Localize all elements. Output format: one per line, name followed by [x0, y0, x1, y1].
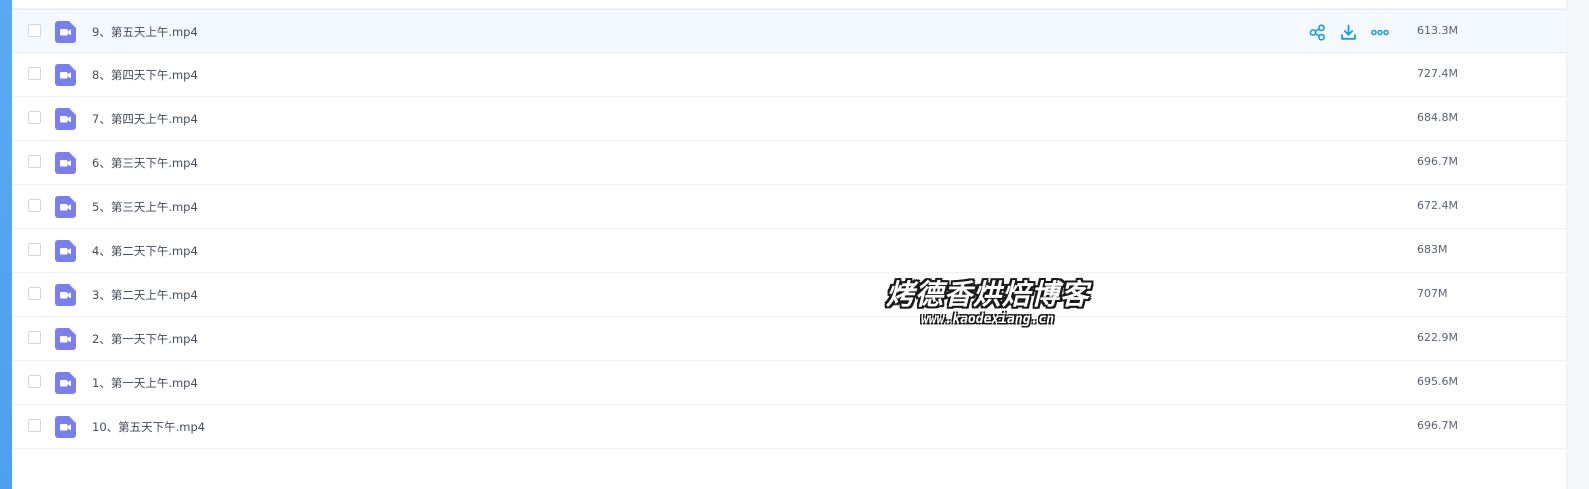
table-row[interactable]: 10、第五天下午.mp4 696.7M [12, 405, 1567, 449]
table-row[interactable]: 4、第二天下午.mp4 683M [12, 229, 1567, 273]
file-size: 684.8M [1417, 111, 1458, 124]
table-row[interactable]: 8、第四天下午.mp4 727.4M [12, 53, 1567, 97]
row-actions [1308, 22, 1389, 42]
row-checkbox[interactable] [28, 375, 41, 388]
table-row[interactable]: 5、第三天上午.mp4 672.4M [12, 185, 1567, 229]
video-file-icon [55, 21, 76, 43]
table-row[interactable]: 9、第五天上午.mp4 613.3M [12, 9, 1567, 53]
file-size: 695.6M [1417, 375, 1458, 388]
file-size: 727.4M [1417, 67, 1458, 80]
file-size: 622.9M [1417, 331, 1458, 344]
share-icon[interactable] [1308, 23, 1327, 42]
watermark-title: 烤德香烘焙博客 [885, 278, 1089, 311]
table-row[interactable]: 7、第四天上午.mp4 684.8M [12, 97, 1567, 141]
file-list-page: 9、第五天上午.mp4 613.3M 8、第四天下午.mp4 727.4M 7、… [0, 0, 1589, 489]
table-row[interactable]: 3、第二天上午.mp4 707M [12, 273, 1567, 317]
file-name[interactable]: 7、第四天上午.mp4 [92, 111, 198, 127]
table-row[interactable]: 1、第一天上午.mp4 695.6M [12, 361, 1567, 405]
file-name[interactable]: 6、第三天下午.mp4 [92, 155, 198, 171]
video-file-icon [55, 284, 76, 306]
download-icon[interactable] [1339, 23, 1358, 42]
row-checkbox[interactable] [28, 419, 41, 432]
list-top-divider [12, 0, 1567, 9]
row-checkbox[interactable] [28, 243, 41, 256]
row-checkbox[interactable] [28, 155, 41, 168]
file-size: 696.7M [1417, 155, 1458, 168]
row-checkbox[interactable] [28, 67, 41, 80]
table-row[interactable]: 2、第一天下午.mp4 622.9M [12, 317, 1567, 361]
video-file-icon [55, 328, 76, 350]
file-name[interactable]: 3、第二天上午.mp4 [92, 287, 198, 303]
file-name[interactable]: 9、第五天上午.mp4 [92, 24, 198, 40]
file-size: 672.4M [1417, 199, 1458, 212]
row-checkbox[interactable] [28, 287, 41, 300]
video-file-icon [55, 64, 76, 86]
video-file-icon [55, 240, 76, 262]
file-list: 9、第五天上午.mp4 613.3M 8、第四天下午.mp4 727.4M 7、… [12, 0, 1567, 449]
file-name[interactable]: 4、第二天下午.mp4 [92, 243, 198, 259]
more-icon[interactable] [1370, 23, 1389, 42]
file-name[interactable]: 1、第一天上午.mp4 [92, 375, 198, 391]
file-size: 707M [1417, 287, 1448, 300]
video-file-icon [55, 152, 76, 174]
file-size: 696.7M [1417, 419, 1458, 432]
watermark-url: www.kaodexiang.cn [920, 312, 1055, 327]
video-file-icon [55, 196, 76, 218]
file-size: 613.3M [1417, 24, 1458, 37]
row-checkbox[interactable] [28, 24, 41, 37]
file-name[interactable]: 2、第一天下午.mp4 [92, 331, 198, 347]
row-checkbox[interactable] [28, 111, 41, 124]
file-name[interactable]: 5、第三天上午.mp4 [92, 199, 198, 215]
file-size: 683M [1417, 243, 1448, 256]
sidebar-edge [0, 0, 12, 489]
video-file-icon [55, 416, 76, 438]
row-checkbox[interactable] [28, 199, 41, 212]
file-name[interactable]: 8、第四天下午.mp4 [92, 67, 198, 83]
file-name[interactable]: 10、第五天下午.mp4 [92, 419, 205, 435]
scrollbar-track[interactable] [1566, 0, 1589, 489]
video-file-icon [55, 108, 76, 130]
row-checkbox[interactable] [28, 331, 41, 344]
video-file-icon [55, 372, 76, 394]
watermark: 烤德香烘焙博客 www.kaodexiang.cn [885, 278, 1090, 328]
table-row[interactable]: 6、第三天下午.mp4 696.7M [12, 141, 1567, 185]
